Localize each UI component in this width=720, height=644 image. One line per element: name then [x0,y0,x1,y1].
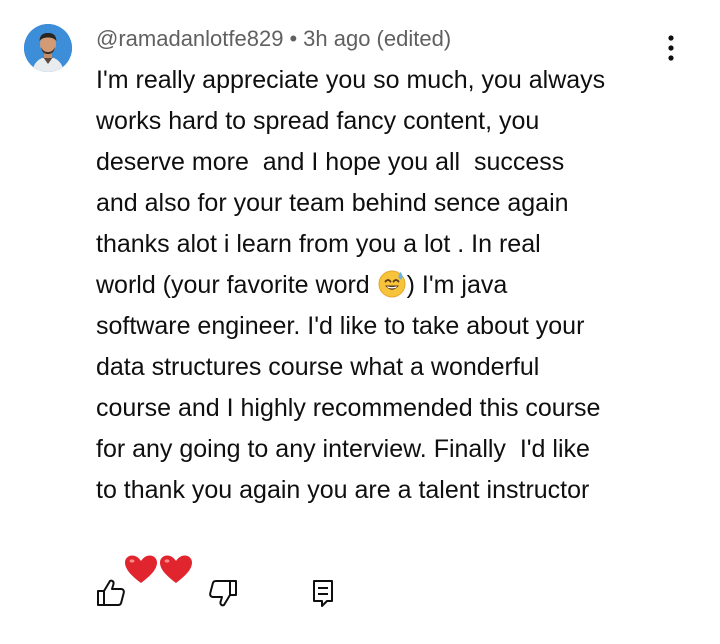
dislike-button[interactable] [207,577,239,609]
comment-line-end: ) I'm java [406,271,508,299]
comment-line: course and I highly recommended this cou… [96,394,601,422]
thumbs-down-icon [209,580,237,607]
reply-button[interactable] [307,577,339,609]
comment-line: works hard to spread fancy content, you [96,107,540,135]
grinning-sweat-emoji [378,270,406,298]
comment-line: thanks alot i learn from you a lot . In … [96,230,541,258]
comment-line: data structures course what a wonderful [96,353,540,381]
meta-separator: • [289,26,298,51]
comment-text: I'm really appreciate you so much, you a… [96,60,696,634]
more-options-button[interactable] [659,33,683,63]
comment-meta: @ramadanlotfe829 • 3h ago (edited) [96,26,451,52]
comment-line: to thank you again you are a talent inst… [96,476,590,504]
comment-timestamp[interactable]: 3h ago (edited) [303,26,451,51]
comment-line-with-emoji: world (your favorite word ) I'm java [96,265,696,306]
vertical-dots-icon [668,35,674,61]
thumbs-up-icon [97,579,125,606]
like-button[interactable] [95,577,127,609]
comment-line: software engineer. I'd like to take abou… [96,312,585,340]
reply-comment-icon [313,580,333,607]
comment-line: deserve more and I hope you all success [96,148,565,176]
comment-line: and also for your team behind sence agai… [96,189,569,217]
comment-line-start: world (your favorite word [96,271,377,299]
comment-line: for any going to any interview. Finally … [96,435,590,463]
comment-line: I'm really appreciate you so much, you a… [96,66,606,94]
user-avatar [24,24,72,72]
comment-hearts [96,511,696,634]
comment-author[interactable]: @ramadanlotfe829 [96,26,283,51]
red-heart-emoji [124,555,192,583]
avatar[interactable] [24,24,72,72]
